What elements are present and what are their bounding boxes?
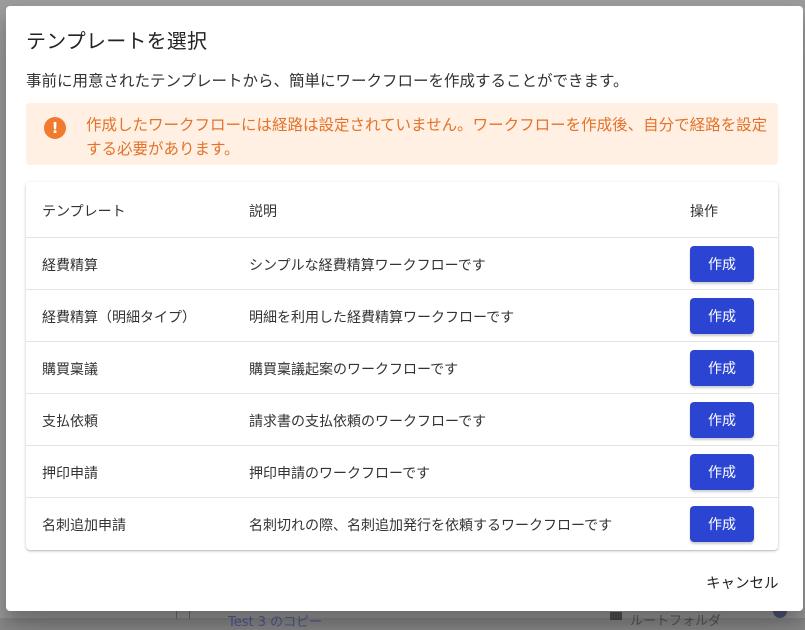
- template-description: 押印申請のワークフローです: [249, 466, 431, 482]
- template-description: 明細を利用した経費精算ワークフローです: [249, 310, 515, 326]
- dialog-title: テンプレートを選択: [26, 29, 208, 53]
- header-action: 操作: [690, 204, 718, 220]
- create-button[interactable]: 作成: [690, 506, 754, 542]
- warning-icon: !: [44, 117, 66, 139]
- create-button[interactable]: 作成: [690, 454, 754, 490]
- table-header: テンプレート 説明 操作: [26, 182, 778, 238]
- cancel-button[interactable]: キャンセル: [706, 572, 779, 593]
- template-name: 購買稟議: [42, 362, 98, 378]
- table-row: 経費精算 シンプルな経費精算ワークフローです 作成: [26, 238, 778, 290]
- template-description: 請求書の支払依頼のワークフローです: [249, 414, 487, 430]
- create-button[interactable]: 作成: [690, 298, 754, 334]
- create-button[interactable]: 作成: [690, 402, 754, 438]
- template-name: 支払依頼: [42, 414, 98, 430]
- table-row: 押印申請 押印申請のワークフローです 作成: [26, 446, 778, 498]
- folder-icon: [610, 612, 622, 620]
- background-folder-label: ルートフォルダ: [630, 614, 722, 629]
- template-description: 名刺切れの際、名刺追加発行を依頼するワークフローです: [249, 518, 613, 534]
- dialog-description: 事前に用意されたテンプレートから、簡単にワークフローを作成することができます。: [26, 72, 629, 90]
- table-row: 経費精算（明細タイプ） 明細を利用した経費精算ワークフローです 作成: [26, 290, 778, 342]
- header-description: 説明: [249, 204, 277, 220]
- header-template: テンプレート: [42, 204, 126, 220]
- template-description: 購買稟議起案のワークフローです: [249, 362, 459, 378]
- table-row: 名刺追加申請 名刺切れの際、名刺追加発行を依頼するワークフローです 作成: [26, 498, 778, 549]
- warning-text: 作成したワークフローには経路は設定されていません。ワークフローを作成後、自分で経…: [86, 116, 768, 158]
- create-button[interactable]: 作成: [690, 246, 754, 282]
- table-row: 購買稟議 購買稟議起案のワークフローです 作成: [26, 342, 778, 394]
- template-table: テンプレート 説明 操作 経費精算 シンプルな経費精算ワークフローです 作成 経…: [26, 182, 778, 550]
- template-name: 名刺追加申請: [42, 518, 126, 534]
- table-row: 支払依頼 請求書の支払依頼のワークフローです 作成: [26, 394, 778, 446]
- template-name: 経費精算: [42, 258, 98, 274]
- template-name: 経費精算（明細タイプ）: [42, 310, 196, 326]
- background-link: Test 3 のコピー: [228, 615, 323, 630]
- warning-alert: ! 作成したワークフローには経路は設定されていません。ワークフローを作成後、自分…: [26, 103, 778, 165]
- template-select-dialog: テンプレートを選択 事前に用意されたテンプレートから、簡単にワークフローを作成す…: [6, 6, 803, 611]
- template-description: シンプルな経費精算ワークフローです: [249, 258, 486, 274]
- create-button[interactable]: 作成: [690, 350, 754, 386]
- template-name: 押印申請: [42, 466, 98, 482]
